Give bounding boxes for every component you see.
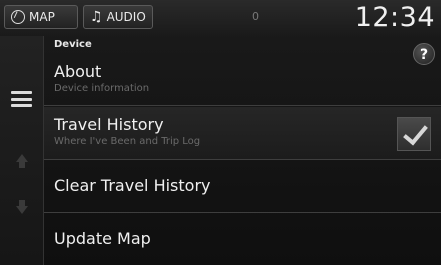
checkbox-checked-icon[interactable] [397, 117, 431, 151]
left-rail [0, 36, 44, 265]
item-label: Travel History [54, 115, 164, 134]
list-item-travel-history[interactable]: Travel History Where I've Been and Trip … [44, 107, 441, 160]
map-label: MAP [29, 10, 55, 24]
music-note-icon: ♫ [90, 9, 103, 25]
item-label: Clear Travel History [54, 176, 211, 195]
audio-button[interactable]: ♫ AUDIO [83, 5, 153, 29]
list-item-update-map[interactable]: Update Map [44, 214, 441, 265]
item-label: Update Map [54, 229, 151, 248]
menu-icon[interactable] [11, 91, 32, 107]
item-label: About [54, 62, 102, 81]
scroll-down-icon[interactable] [16, 200, 28, 214]
settings-list: Device ? About Device information Travel… [44, 36, 441, 265]
signal-indicator: 0 [252, 10, 259, 23]
list-item-clear-travel-history[interactable]: Clear Travel History [44, 161, 441, 213]
compass-icon [11, 10, 25, 24]
section-title: Device [54, 39, 92, 50]
audio-label: AUDIO [106, 10, 146, 24]
item-sublabel: Device information [54, 83, 150, 94]
clock: 12:34 [354, 2, 435, 33]
list-item-about[interactable]: About Device information [44, 52, 441, 106]
scroll-up-icon[interactable] [16, 154, 28, 168]
status-bar: MAP ♫ AUDIO 0 12:34 [0, 0, 441, 36]
map-button[interactable]: MAP [4, 5, 78, 29]
screen: MAP ♫ AUDIO 0 12:34 Device ? About Devic… [0, 0, 441, 265]
item-sublabel: Where I've Been and Trip Log [54, 136, 201, 147]
